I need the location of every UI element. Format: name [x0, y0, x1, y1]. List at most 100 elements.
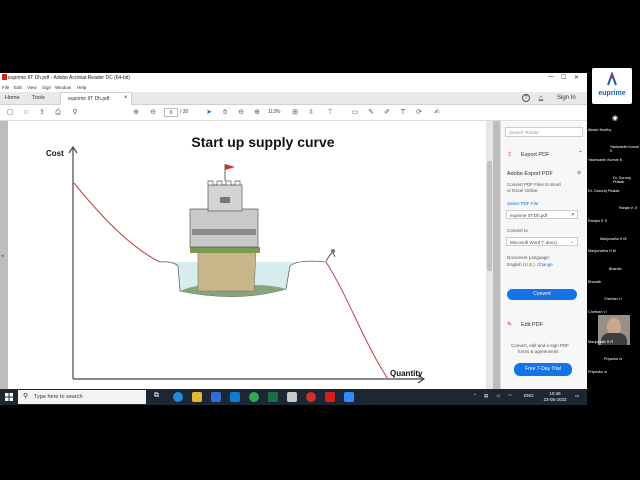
chevron-up-icon[interactable]: ⌃ [578, 150, 583, 157]
climber-head [331, 249, 335, 253]
store-icon[interactable] [211, 392, 221, 402]
menu-bar: File Edit View Sign Window Help [0, 83, 587, 92]
scroll-mode-icon[interactable]: ⇳ [306, 108, 316, 118]
language-indicator[interactable]: ENG [524, 393, 534, 398]
participant-name: Priyanka m [588, 370, 607, 374]
hand-tool-icon[interactable]: ✋︎ [220, 108, 230, 118]
tab-tools[interactable]: Tools [32, 95, 45, 101]
menu-window[interactable]: Window [55, 85, 71, 90]
sign-icon[interactable]: ✍︎ [432, 108, 442, 118]
notifications-icon[interactable]: ▭ [575, 393, 579, 399]
export-pdf-header[interactable]: Export PDF [521, 152, 549, 158]
participant-tile-label: Yashwanth Kumar K [610, 145, 640, 153]
bookmark-star-icon[interactable]: ☆ [21, 108, 31, 118]
network-icon[interactable]: ▤ [484, 393, 488, 399]
castle-window-band [192, 229, 256, 235]
previous-page-icon[interactable]: ⊕ [131, 108, 141, 118]
taskbar-clock[interactable]: 10:46 23-05-2022 [540, 391, 570, 403]
cliff [197, 250, 257, 292]
upload-icon[interactable]: ⇪ [37, 108, 47, 118]
highlight-icon[interactable]: ✎ [366, 108, 376, 118]
tools-pane: Search 'Rotate' ⇪ Export PDF ⌃ Adobe Exp… [500, 121, 587, 389]
tab-home[interactable]: Home [5, 95, 20, 101]
menu-view[interactable]: View [27, 85, 37, 90]
taskbar-search-input[interactable]: ⚲ Type here to search [18, 390, 146, 404]
create-pdf-icon[interactable]: ▢ [5, 108, 15, 118]
participant-name: Bharath [588, 280, 602, 284]
select-cursor-icon[interactable]: ➤ [204, 108, 214, 118]
participant-tile-label: Priyanka m [604, 357, 622, 361]
bell-icon[interactable]: 🔔︎ [538, 96, 544, 102]
wifi-icon[interactable]: ◠ [508, 393, 512, 399]
tab-document[interactable]: euprime IIT Dh.pdf × [60, 92, 132, 105]
logo-mark-icon [607, 72, 617, 86]
zoom-taskbar-icon[interactable] [344, 392, 354, 402]
document-area[interactable]: ◂ Start up supply curve Cost Quantity [0, 121, 500, 389]
search-icon[interactable]: ⚲ [70, 108, 80, 118]
maximize-icon[interactable]: ☐ [561, 74, 566, 81]
zoom-in-icon[interactable]: ⊕ [252, 108, 262, 118]
file-explorer-icon[interactable] [192, 392, 202, 402]
help-icon[interactable]: ? [522, 94, 530, 102]
zoom-out-icon[interactable]: ⊖ [236, 108, 246, 118]
app-icon[interactable] [306, 392, 316, 402]
tools-search-input[interactable]: Search 'Rotate' [505, 127, 583, 137]
logo-wordmark: euprime [598, 90, 626, 97]
windows-start-icon[interactable] [5, 393, 13, 401]
clock-date: 23-05-2022 [543, 397, 567, 402]
minimize-icon[interactable]: — [548, 74, 554, 80]
fit-page-icon[interactable]: ⊞ [290, 108, 300, 118]
close-icon[interactable]: ✕ [574, 74, 579, 81]
selected-file-field[interactable]: euprime IIT Dh.pdf ✕ [506, 210, 578, 219]
clear-file-icon[interactable]: ✕ [571, 212, 575, 218]
next-page-icon[interactable]: ⊖ [148, 108, 158, 118]
export-title: Adobe Export PDF [507, 171, 553, 177]
tab-bar: Home Tools euprime IIT Dh.pdf × ? 🔔︎ Sig… [0, 92, 587, 105]
page-total: / 30 [180, 109, 189, 115]
acrobat-taskbar-icon[interactable] [325, 392, 335, 402]
menu-sign[interactable]: Sign [42, 85, 51, 90]
participant-tile-label: Dr. Gururaj Phatak [613, 176, 631, 184]
search-icon: ⚲ [23, 393, 29, 400]
mail-icon[interactable] [230, 392, 240, 402]
rotate-icon[interactable]: ⟳ [414, 108, 424, 118]
draw-icon[interactable]: ✐ [382, 108, 392, 118]
menu-help[interactable]: Help [77, 85, 86, 90]
edge-icon[interactable] [173, 392, 183, 402]
climber-figure [325, 251, 336, 262]
chrome-icon[interactable] [249, 392, 259, 402]
window-title: euprime IIT Dh.pdf - Adobe Acrobat Reade… [8, 75, 130, 81]
acrobat-window: euprime IIT Dh.pdf - Adobe Acrobat Reade… [0, 73, 587, 389]
read-mode-icon[interactable]: ⊤ [325, 108, 335, 118]
task-view-icon[interactable]: ⧉ [154, 392, 164, 402]
menu-edit[interactable]: Edit [14, 85, 22, 90]
participant-name: Yashwanth Kumar K [588, 158, 623, 162]
select-pdf-label: Select PDF File [507, 201, 539, 206]
info-icon[interactable]: ⊘ [577, 170, 581, 176]
vertical-scrollbar[interactable] [486, 121, 493, 389]
change-language-link[interactable]: Change [537, 262, 553, 267]
app-icon[interactable] [287, 392, 297, 402]
tray-chevron-icon[interactable]: ⌃ [473, 393, 477, 399]
participant-name: Manjunatha H M [588, 249, 616, 253]
page-number-input[interactable]: 6 [164, 108, 178, 117]
scrollbar-thumb[interactable] [487, 161, 492, 271]
volume-icon[interactable]: ◁ [496, 393, 499, 399]
zoom-level[interactable]: 113% [268, 109, 280, 115]
print-icon[interactable]: ⎙ [53, 108, 63, 118]
selected-file-name: euprime IIT Dh.pdf [510, 212, 548, 218]
convert-button[interactable]: Convert [507, 289, 577, 300]
comment-icon[interactable]: ▭ [350, 108, 360, 118]
free-trial-button[interactable]: Free 7-Day Trial [514, 363, 572, 376]
close-tab-icon[interactable]: × [124, 95, 128, 101]
sign-in-button[interactable]: Sign In [557, 95, 576, 101]
text-icon[interactable]: T [398, 108, 408, 118]
edit-pdf-tool[interactable]: Edit PDF [521, 322, 543, 328]
participant-tile-label: Bharath [609, 267, 622, 271]
convert-to-select[interactable]: Microsoft Word (*.docx) ⌄ [506, 237, 578, 246]
curve-descending-segment [73, 182, 161, 263]
excel-icon[interactable] [268, 392, 278, 402]
menu-file[interactable]: File [2, 85, 9, 90]
camera-icon[interactable]: ◉ [612, 114, 618, 122]
collapse-left-icon[interactable]: ◂ [1, 253, 4, 259]
